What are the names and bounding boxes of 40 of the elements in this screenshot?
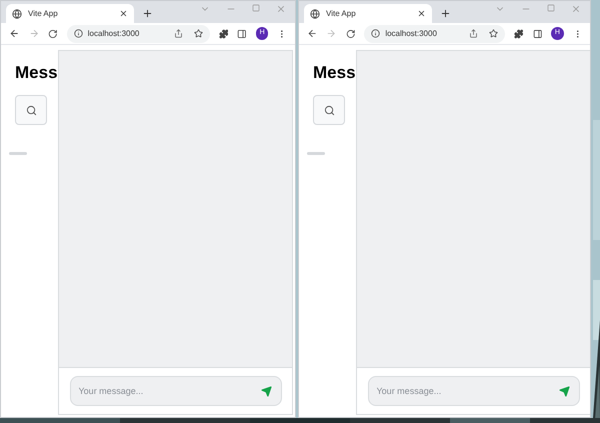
- send-icon[interactable]: [558, 386, 570, 397]
- address-bar[interactable]: localhost:3000: [66, 24, 210, 42]
- page-heading: Mess: [15, 62, 58, 84]
- reload-icon[interactable]: [48, 28, 58, 38]
- side-panel-icon[interactable]: [237, 28, 247, 38]
- side-panel-icon[interactable]: [532, 28, 542, 38]
- share-icon[interactable]: [469, 29, 478, 38]
- browser-tab[interactable]: Vite App: [6, 4, 134, 23]
- tab-title: Vite App: [28, 8, 59, 20]
- globe-icon: [310, 8, 320, 18]
- info-icon: [371, 29, 380, 38]
- page-heading: Mess: [313, 62, 356, 84]
- info-icon: [74, 29, 83, 38]
- back-icon[interactable]: [307, 28, 318, 39]
- share-icon[interactable]: [174, 29, 183, 38]
- bookmark-star-icon[interactable]: [489, 29, 498, 38]
- message-field[interactable]: Your message...: [70, 376, 282, 406]
- back-icon[interactable]: [9, 28, 20, 39]
- loading-bar: [307, 152, 325, 155]
- browser-tab[interactable]: Vite App: [304, 4, 432, 23]
- loading-bar: [9, 152, 27, 155]
- close-tab-icon[interactable]: [119, 9, 128, 18]
- search-button[interactable]: [15, 95, 47, 125]
- extensions-icon[interactable]: [514, 28, 524, 38]
- tab-title: Vite App: [326, 8, 357, 20]
- globe-icon: [12, 8, 22, 18]
- url-text: localhost:3000: [88, 28, 140, 40]
- extensions-icon[interactable]: [218, 28, 228, 38]
- new-tab-icon[interactable]: [142, 8, 153, 19]
- new-tab-icon[interactable]: [440, 8, 451, 19]
- search-icon: [324, 104, 334, 116]
- url-text: localhost:3000: [385, 28, 438, 40]
- reload-icon[interactable]: [346, 28, 356, 38]
- address-bar[interactable]: localhost:3000: [364, 24, 506, 42]
- message-field[interactable]: Your message...: [368, 376, 580, 406]
- close-tab-icon[interactable]: [417, 9, 426, 18]
- bookmark-star-icon[interactable]: [194, 29, 203, 38]
- search-button[interactable]: [313, 95, 345, 125]
- send-icon[interactable]: [260, 386, 272, 397]
- search-icon: [26, 104, 36, 116]
